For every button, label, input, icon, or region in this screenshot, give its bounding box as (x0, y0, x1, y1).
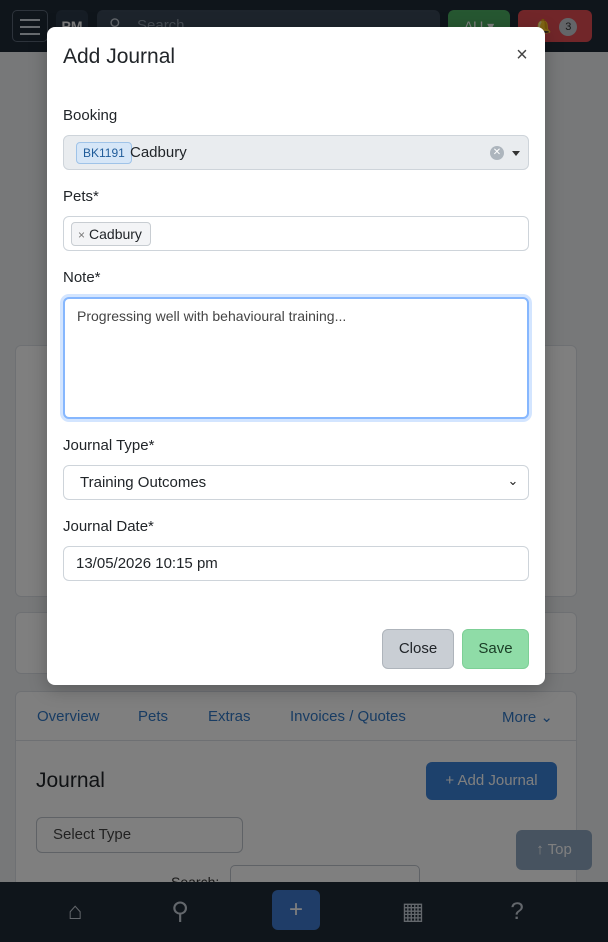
pet-chip: × Cadbury (71, 222, 151, 246)
journal-date-label: Journal Date* (63, 518, 154, 535)
pets-label: Pets* (63, 188, 99, 205)
caret-down-icon[interactable] (512, 151, 520, 156)
journal-type-label: Journal Type* (63, 437, 155, 454)
journal-type-value: Training Outcomes (80, 474, 207, 491)
journal-type-select[interactable]: Training Outcomes ⌄ (63, 465, 529, 500)
clear-selection-icon[interactable]: ✕ (490, 146, 504, 160)
remove-chip-icon[interactable]: × (78, 228, 85, 242)
pet-chip-label: Cadbury (89, 226, 142, 242)
add-journal-modal: Add Journal × Booking BK1191 Cadbury ✕ P… (47, 27, 545, 685)
journal-date-input[interactable]: 13/05/2026 10:15 pm (63, 546, 529, 581)
modal-title: Add Journal (63, 45, 176, 68)
booking-label: Booking (63, 107, 118, 124)
booking-id-badge: BK1191 (76, 142, 132, 164)
booking-value: Cadbury (130, 144, 187, 161)
save-button[interactable]: Save (462, 629, 529, 669)
close-icon[interactable]: × (513, 45, 531, 65)
pets-multiselect[interactable]: × Cadbury (63, 216, 529, 251)
note-textarea[interactable]: Progressing well with behavioural traini… (63, 297, 529, 419)
booking-select[interactable]: BK1191 Cadbury ✕ (63, 135, 529, 170)
close-button[interactable]: Close (382, 629, 454, 669)
note-label: Note* (63, 269, 101, 286)
chevron-down-icon: ⌄ (507, 473, 519, 488)
